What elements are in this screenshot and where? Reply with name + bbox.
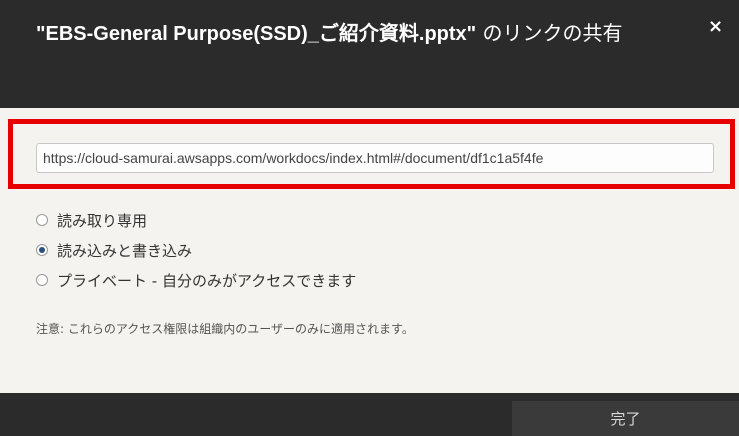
radio-button-private[interactable] <box>36 274 48 286</box>
close-icon[interactable]: × <box>708 18 723 36</box>
dialog-title-filename: "EBS-General Purpose(SSD)_ご紹介資料.pptx" <box>36 23 477 45</box>
permissions-note: 注意: これらのアクセス権限は組織内のユーザーのみに適用されます。 <box>36 322 414 336</box>
dialog-title-suffix: のリンクの共有 <box>476 21 623 45</box>
radio-option-private[interactable]: プライベート - 自分のみがアクセスできます <box>36 265 356 295</box>
radio-button-read-write[interactable] <box>36 244 48 256</box>
radio-option-read-write[interactable]: 読み込みと書き込み <box>36 235 356 265</box>
radio-label-read-write: 読み込みと書き込み <box>57 241 193 260</box>
done-button[interactable]: 完了 <box>512 401 739 436</box>
permission-options: 読み取り専用 読み込みと書き込み プライベート - 自分のみがアクセスできます <box>36 205 356 295</box>
radio-label-read-only: 読み取り専用 <box>57 211 148 230</box>
share-link-input[interactable] <box>36 143 714 173</box>
dialog-header: "EBS-General Purpose(SSD)_ご紹介資料.pptx" のリ… <box>0 0 739 108</box>
dialog-title: "EBS-General Purpose(SSD)_ご紹介資料.pptx" のリ… <box>36 16 696 51</box>
radio-button-read-only[interactable] <box>36 214 48 226</box>
radio-option-read-only[interactable]: 読み取り専用 <box>36 205 356 235</box>
radio-label-private: プライベート - 自分のみがアクセスできます <box>57 271 357 290</box>
